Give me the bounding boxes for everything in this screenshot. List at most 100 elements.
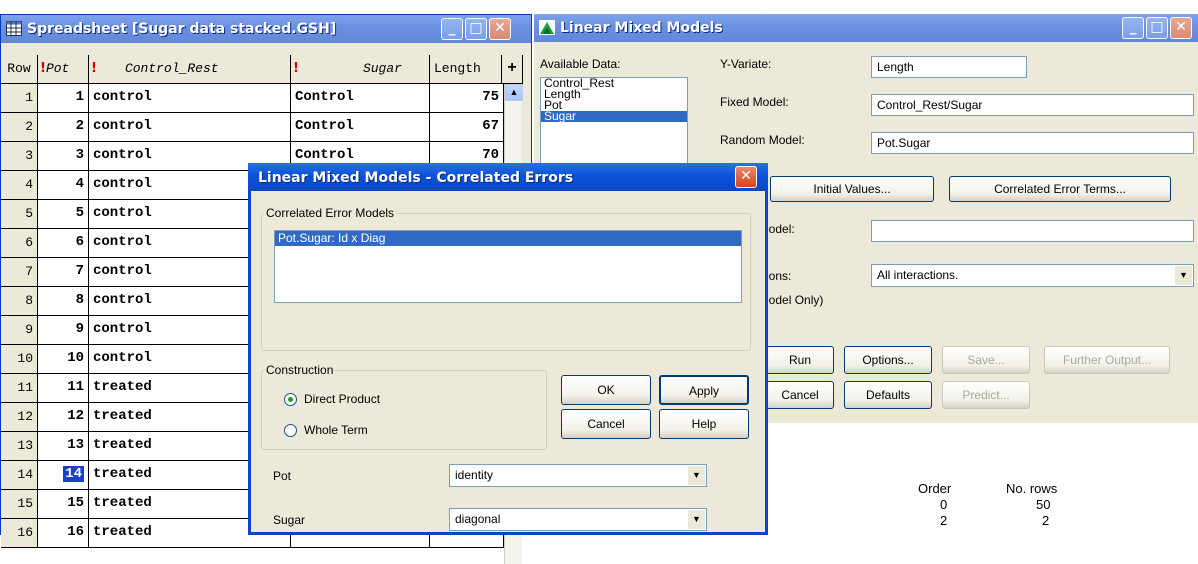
control-rest-cell[interactable]: control	[89, 84, 291, 113]
sugar-cell[interactable]: Control	[291, 84, 430, 113]
interactions-select[interactable]: All interactions. ▼	[871, 264, 1194, 287]
row-number-cell[interactable]: 10	[1, 345, 38, 374]
row-number-cell[interactable]: 7	[1, 258, 38, 287]
row-number-cell[interactable]: 1	[1, 84, 38, 113]
chevron-down-icon[interactable]: ▼	[688, 466, 705, 485]
pot-cell[interactable]: 6	[38, 229, 89, 258]
pot-cell[interactable]: 2	[38, 113, 89, 142]
pot-structure-select[interactable]: identity ▼	[449, 464, 707, 487]
pot-cell[interactable]: 4	[38, 171, 89, 200]
selected-cell-value: 14	[63, 466, 84, 482]
correlated-error-terms-button[interactable]: Correlated Error Terms...	[949, 176, 1171, 202]
row-number-cell[interactable]: 2	[1, 113, 38, 142]
maximize-icon: □	[1150, 19, 1164, 35]
run-button[interactable]: Run	[766, 346, 834, 374]
y-variate-label: Y-Variate:	[720, 57, 772, 71]
model-field[interactable]	[871, 220, 1194, 242]
dialog-titlebar[interactable]: Linear Mixed Models - Correlated Errors …	[248, 163, 768, 191]
maximize-icon: □	[469, 20, 483, 36]
random-model-field[interactable]: Pot.Sugar	[871, 132, 1194, 154]
header-row[interactable]: Row	[1, 55, 38, 84]
ok-button[interactable]: OK	[561, 375, 651, 405]
row-number-cell[interactable]: 14	[1, 461, 38, 490]
dialog-close-button[interactable]: ✕	[735, 166, 757, 188]
row-number-cell[interactable]: 16	[1, 519, 38, 548]
header-pot[interactable]: !Pot	[38, 55, 89, 84]
order-value: 0	[940, 497, 948, 512]
pot-cell[interactable]: 9	[38, 316, 89, 345]
pot-cell[interactable]: 14	[38, 461, 89, 490]
cancel-button[interactable]: Cancel	[766, 381, 834, 409]
row-number-cell[interactable]: 5	[1, 200, 38, 229]
scroll-up-icon[interactable]: ▲	[505, 84, 523, 101]
row-number-cell[interactable]: 9	[1, 316, 38, 345]
further-output-button[interactable]: Further Output...	[1044, 346, 1170, 374]
correlated-error-models-group: Correlated Error Models Pot.Sugar: Id x …	[261, 206, 751, 351]
pot-cell[interactable]: 7	[38, 258, 89, 287]
close-button[interactable]: ✕	[489, 18, 511, 40]
fixed-model-label: Fixed Model:	[720, 95, 789, 109]
add-column-button[interactable]: +	[502, 55, 523, 84]
pot-structure-value: identity	[455, 468, 494, 482]
control-rest-cell[interactable]: control	[89, 113, 291, 142]
help-button[interactable]: Help	[659, 409, 749, 439]
dialog-cancel-button[interactable]: Cancel	[561, 409, 651, 439]
spreadsheet-titlebar[interactable]: Spreadsheet [Sugar data stacked.GSH] _ □…	[1, 15, 531, 43]
sugar-structure-select[interactable]: diagonal ▼	[449, 508, 707, 531]
pot-cell[interactable]: 10	[38, 345, 89, 374]
list-item-selected[interactable]: Sugar	[541, 110, 687, 122]
pot-cell[interactable]: 16	[38, 519, 89, 548]
row-number-cell[interactable]: 3	[1, 142, 38, 171]
pot-label: Pot	[273, 469, 292, 483]
row-number-cell[interactable]: 15	[1, 490, 38, 519]
defaults-button[interactable]: Defaults	[844, 381, 932, 409]
chevron-down-icon[interactable]: ▼	[1175, 266, 1192, 285]
predict-button[interactable]: Predict...	[942, 381, 1030, 409]
row-number-cell[interactable]: 4	[1, 171, 38, 200]
whole-term-radio[interactable]	[284, 424, 297, 437]
chevron-down-icon[interactable]: ▼	[688, 510, 705, 529]
minimize-button[interactable]: _	[441, 18, 463, 40]
pot-cell[interactable]: 13	[38, 432, 89, 461]
length-cell[interactable]: 67	[430, 113, 504, 142]
pot-cell[interactable]: 8	[38, 287, 89, 316]
row-number-cell[interactable]: 8	[1, 287, 38, 316]
lmm-minimize-button[interactable]: _	[1122, 17, 1144, 39]
lmm-icon	[539, 20, 555, 35]
model-only-label: lodel Only)	[766, 293, 824, 307]
correlated-errors-dialog: Linear Mixed Models - Correlated Errors …	[248, 163, 768, 535]
pot-cell[interactable]: 11	[38, 374, 89, 403]
list-item[interactable]: Length	[541, 88, 687, 100]
y-variate-field[interactable]: Length	[871, 56, 1027, 78]
options-button[interactable]: Options...	[844, 346, 932, 374]
row-number-cell[interactable]: 13	[1, 432, 38, 461]
construction-group: Construction Direct Product Whole Term	[261, 363, 547, 450]
row-number-cell[interactable]: 11	[1, 374, 38, 403]
apply-button[interactable]: Apply	[659, 375, 749, 405]
direct-product-radio[interactable]	[284, 393, 297, 406]
correlated-error-models-list[interactable]: Pot.Sugar: Id x Diag	[274, 230, 742, 303]
interactions-label: ions:	[766, 269, 792, 283]
initial-values-button[interactable]: Initial Values...	[770, 176, 934, 202]
pot-cell[interactable]: 5	[38, 200, 89, 229]
header-length[interactable]: Length	[430, 55, 502, 84]
pot-cell[interactable]: 1	[38, 84, 89, 113]
row-number-cell[interactable]: 6	[1, 229, 38, 258]
row-number-cell[interactable]: 12	[1, 403, 38, 432]
lmm-maximize-button[interactable]: □	[1146, 17, 1168, 39]
header-sugar[interactable]: ! Sugar	[291, 55, 430, 84]
close-icon: ✕	[494, 20, 506, 36]
pot-cell[interactable]: 12	[38, 403, 89, 432]
sugar-cell[interactable]: Control	[291, 113, 430, 142]
rows-header: No. rows	[1006, 481, 1058, 496]
save-button[interactable]: Save...	[942, 346, 1030, 374]
lmm-titlebar[interactable]: Linear Mixed Models _ □ ✕	[534, 14, 1198, 42]
pot-cell[interactable]: 15	[38, 490, 89, 519]
length-cell[interactable]: 75	[430, 84, 504, 113]
list-item-selected[interactable]: Pot.Sugar: Id x Diag	[275, 231, 741, 246]
header-control-rest[interactable]: ! Control_Rest	[89, 55, 291, 84]
lmm-close-button[interactable]: ✕	[1170, 17, 1192, 39]
maximize-button[interactable]: □	[465, 18, 487, 40]
fixed-model-field[interactable]: Control_Rest/Sugar	[871, 94, 1194, 116]
pot-cell[interactable]: 3	[38, 142, 89, 171]
